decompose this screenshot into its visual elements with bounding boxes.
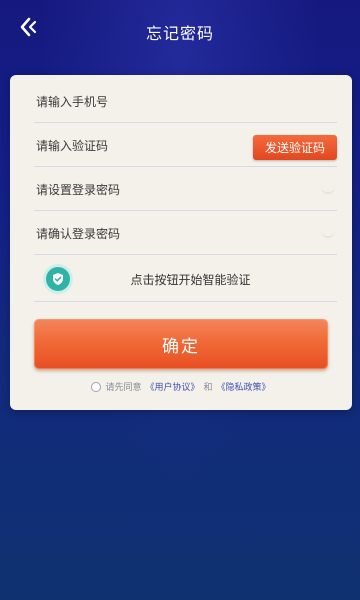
phone-input[interactable] [34,81,337,122]
user-agreement-link[interactable]: 《用户协议》 [145,380,199,393]
agreement-and: 和 [203,383,213,393]
confirm-password-row [34,213,337,255]
page-title: 忘记密码 [145,24,214,43]
phone-row [34,81,337,123]
agree-radio[interactable] [91,381,102,392]
agreement-prefix: 请先同意 [105,383,142,393]
agreement-line: 请先同意 《用户协议》 和 《隐私政策》 [10,380,352,393]
privacy-policy-link[interactable]: 《隐私政策》 [217,380,271,393]
password-row [34,169,337,211]
send-code-button[interactable]: 发送验证码 [253,135,337,160]
code-row: 发送验证码 [34,125,337,167]
app-header: 忘记密码 [0,0,360,62]
confirm-password-input[interactable] [34,213,337,254]
smart-verify-button[interactable]: 点击按钮开始智能验证 [34,256,337,301]
smart-verify-label: 点击按钮开始智能验证 [130,273,251,287]
confirm-button[interactable]: 确定 [34,319,328,369]
password-input[interactable] [34,169,337,210]
reset-password-card: 发送验证码 点击按钮开始智能验证 确定 请先同意 《用户协议》 和 《隐私政策》 [10,75,352,410]
smart-verify-row: 点击按钮开始智能验证 [34,256,337,302]
